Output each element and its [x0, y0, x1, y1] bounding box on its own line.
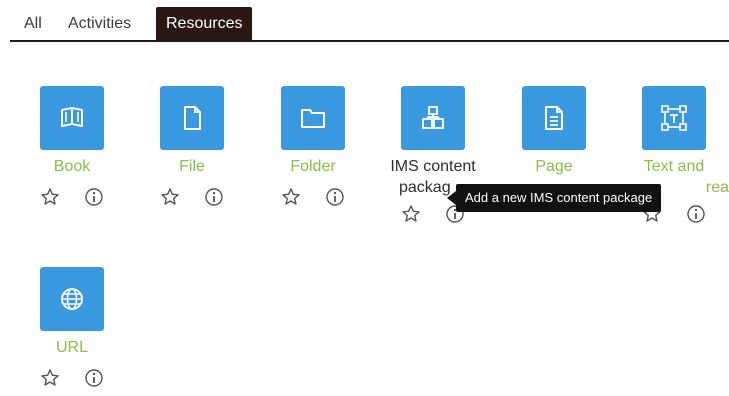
info-circle-icon[interactable] — [82, 185, 106, 209]
tile-folder[interactable]: Folder — [258, 86, 368, 209]
tile-label: Book — [53, 158, 91, 175]
tab-underline — [10, 40, 729, 42]
book-icon — [40, 86, 104, 150]
tile-label-line1: Text and — [643, 158, 705, 175]
tooltip-arrow — [447, 191, 456, 205]
tab-activities[interactable]: Activities — [62, 7, 137, 40]
text-area-icon — [642, 86, 706, 150]
tile-label: File — [179, 158, 205, 175]
tile-file[interactable]: File — [137, 86, 247, 209]
info-circle-icon[interactable] — [323, 185, 347, 209]
info-circle-icon[interactable] — [684, 202, 708, 226]
tile-label-line1: IMS content — [390, 158, 476, 175]
tile-url[interactable]: URL — [17, 267, 127, 390]
tile-page[interactable]: Page — [499, 86, 609, 177]
globe-icon — [40, 267, 104, 331]
chooser-tabs: All Activities Resources — [0, 0, 729, 42]
info-circle-icon[interactable] — [202, 185, 226, 209]
star-outline-icon[interactable] — [158, 185, 182, 209]
ims-package-icon — [401, 86, 465, 150]
tile-label: Page — [535, 158, 573, 175]
star-outline-icon[interactable] — [279, 185, 303, 209]
tooltip: Add a new IMS content package — [456, 184, 662, 212]
tile-label: URL — [55, 339, 88, 356]
tile-label: Folder — [290, 158, 336, 175]
info-circle-icon[interactable] — [82, 366, 106, 390]
tile-book[interactable]: Book — [17, 86, 127, 209]
tab-resources[interactable]: Resources — [156, 7, 253, 40]
star-outline-icon[interactable] — [38, 366, 62, 390]
star-outline-icon[interactable] — [38, 185, 62, 209]
tab-all[interactable]: All — [18, 7, 48, 40]
folder-icon — [281, 86, 345, 150]
page-icon — [522, 86, 586, 150]
activity-chooser: All Activities Resources Book File Folde… — [0, 0, 729, 396]
file-icon — [160, 86, 224, 150]
star-outline-icon[interactable] — [399, 202, 423, 226]
